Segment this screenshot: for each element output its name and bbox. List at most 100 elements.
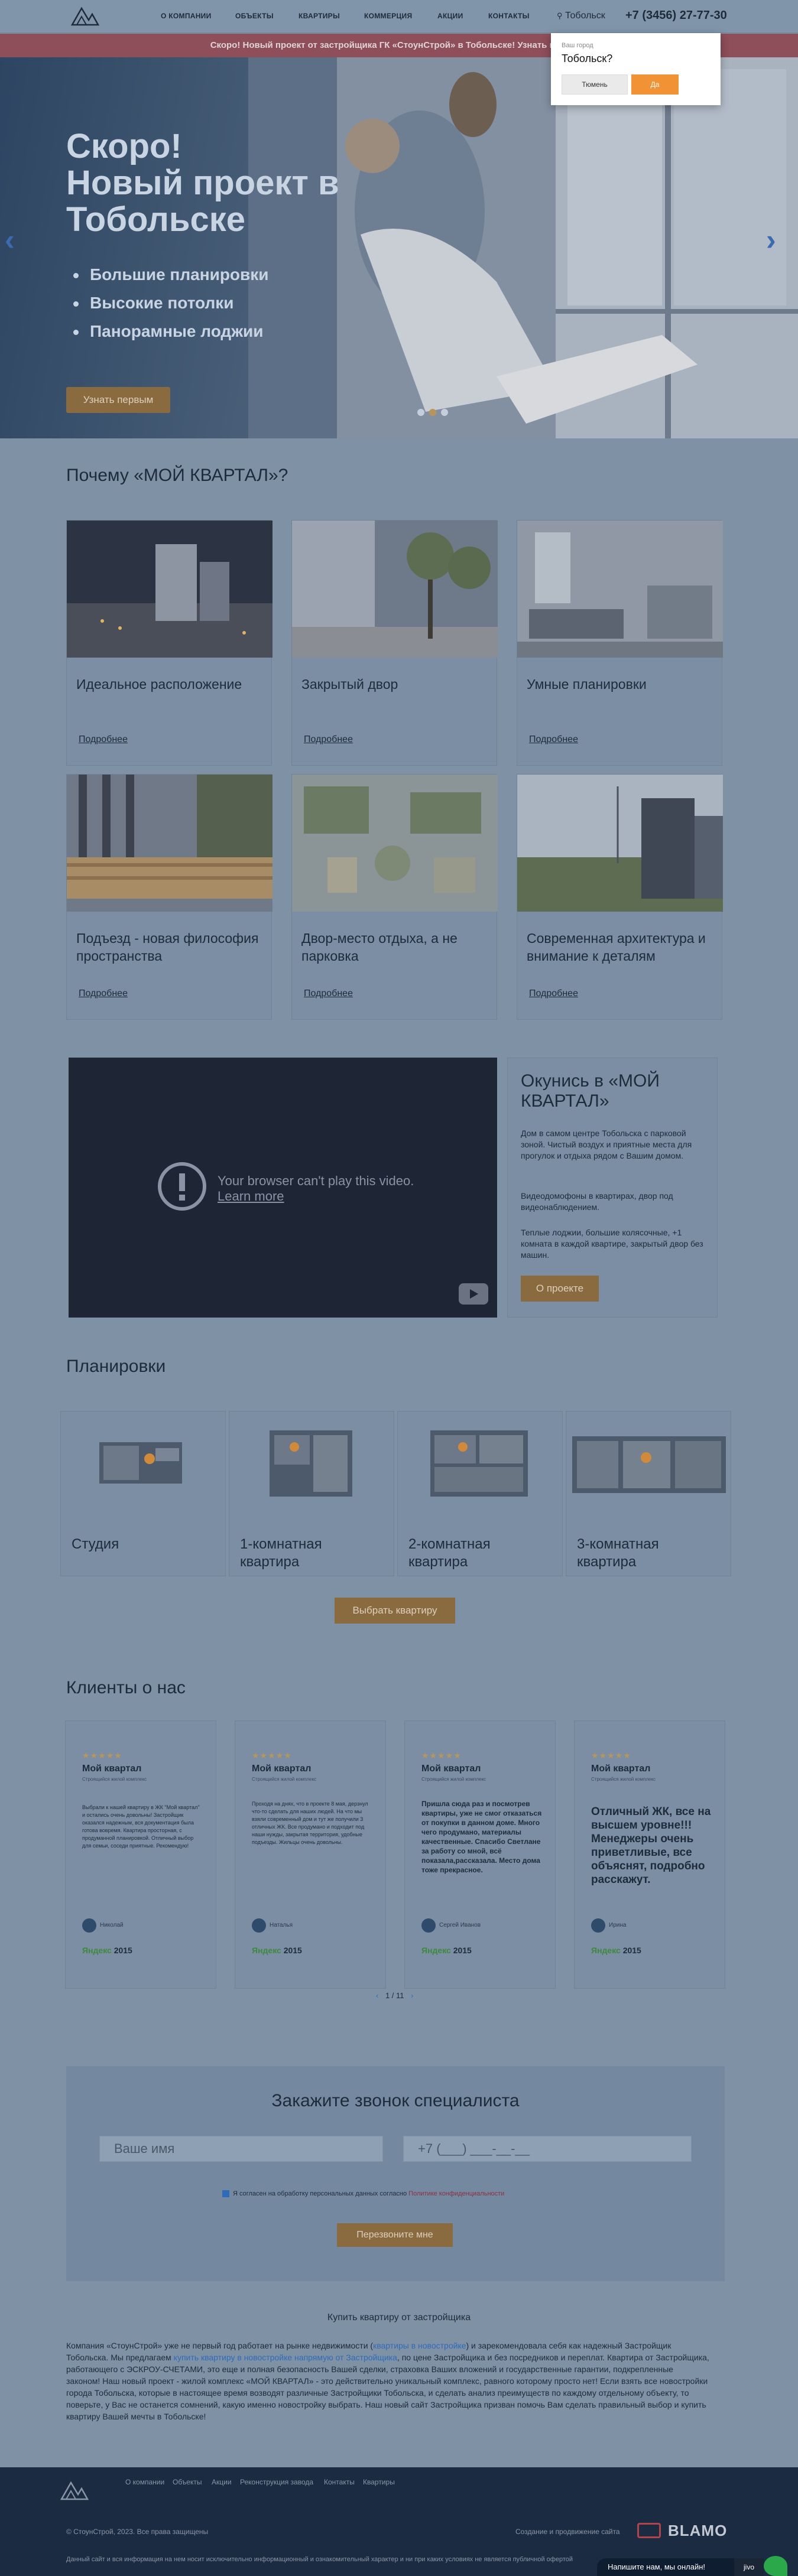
plans-title: Планировки bbox=[66, 1357, 166, 1376]
footer-logo-icon[interactable] bbox=[59, 2479, 90, 2502]
about-paragraph: Теплые лоджии, большие колясочные, +1 ко… bbox=[521, 1228, 703, 1260]
review-text: Проходя на днях, что в проекте 8 мая, де… bbox=[252, 1801, 368, 1845]
feature-title: Подъезд - новая философия пространства bbox=[76, 931, 259, 964]
plan-label: Студия bbox=[72, 1536, 119, 1552]
about-project-button[interactable]: О проекте bbox=[521, 1276, 599, 1302]
feature-card[interactable]: Умные планировки Подробнее bbox=[517, 520, 723, 766]
avatar bbox=[82, 1918, 96, 1933]
source-count: 2015 bbox=[283, 1946, 302, 1955]
review-subtitle: Строящийся жилой комплекс bbox=[421, 1777, 486, 1782]
feature-card[interactable]: Двор-место отдыха, а не парковка Подробн… bbox=[291, 774, 498, 1020]
feature-more-link[interactable]: Подробнее bbox=[529, 988, 578, 999]
review-title: Мой квартал bbox=[591, 1764, 651, 1774]
name-input[interactable]: Ваше имя bbox=[99, 2136, 383, 2162]
footer-nav-item[interactable]: Реконструкция завода bbox=[240, 2478, 313, 2486]
footer-nav-item[interactable]: Акции bbox=[212, 2478, 232, 2486]
video-learn-more-link[interactable]: Learn more bbox=[218, 1189, 284, 1204]
review-title: Мой квартал bbox=[82, 1764, 142, 1774]
nav-item-promotions[interactable]: АКЦИИ bbox=[437, 12, 463, 20]
review-author: Ирина bbox=[609, 1922, 627, 1928]
developer-brand[interactable]: BLAMO bbox=[668, 2522, 727, 2540]
blamo-logo-icon[interactable] bbox=[637, 2523, 661, 2538]
plan-card-studio[interactable]: Студия bbox=[60, 1411, 226, 1576]
review-subtitle: Строящийся жилой комплекс bbox=[82, 1777, 147, 1782]
plan-card-2room[interactable]: 2-комнатная квартира bbox=[397, 1411, 563, 1576]
choose-apartment-button[interactable]: Выбрать квартиру bbox=[335, 1598, 455, 1624]
copyright: © СтоунСтрой, 2023. Все права защищены bbox=[66, 2528, 209, 2536]
slider-dot[interactable] bbox=[441, 409, 448, 416]
callback-submit-button[interactable]: Перезвоните мне bbox=[337, 2223, 453, 2247]
feature-card[interactable]: Идеальное расположение Подробнее bbox=[66, 520, 273, 766]
logo-icon[interactable] bbox=[70, 5, 100, 27]
nav-item-company[interactable]: О КОМПАНИИ bbox=[161, 12, 212, 20]
slider-dot[interactable] bbox=[417, 409, 424, 416]
feature-more-link[interactable]: Подробнее bbox=[304, 734, 353, 745]
chevron-left-icon[interactable]: ‹ bbox=[5, 223, 15, 257]
nav-item-contacts[interactable]: КОНТАКТЫ bbox=[488, 12, 530, 20]
review-card: ★★★★★ Мой квартал Строящийся жилой компл… bbox=[404, 1720, 556, 1989]
callback-title: Закажите звонок специалиста bbox=[271, 2091, 520, 2110]
hero-bullet-text: Панорамные лоджии bbox=[90, 322, 264, 340]
avatar bbox=[591, 1918, 605, 1933]
review-source: Яндекс 2015 bbox=[252, 1946, 302, 1955]
feature-more-link[interactable]: Подробнее bbox=[79, 988, 128, 999]
hero-cta-button[interactable]: Узнать первым bbox=[66, 387, 170, 413]
seo-link[interactable]: купить квартиру в новостройке напрямую о… bbox=[174, 2353, 397, 2362]
seo-title: Купить квартиру от застройщика bbox=[327, 2312, 471, 2323]
footer-nav-item[interactable]: Квартиры bbox=[363, 2478, 395, 2486]
plan-label: 3-комнатная квартира bbox=[577, 1536, 659, 1570]
source-count: 2015 bbox=[453, 1946, 472, 1955]
about-paragraph: Дом в самом центре Тобольска с парковой … bbox=[521, 1128, 692, 1160]
video-player[interactable]: Your browser can't play this video. Lear… bbox=[69, 1058, 497, 1318]
consent-checkbox[interactable]: Я согласен на обработку персональных дан… bbox=[222, 2190, 504, 2198]
floorplan-image bbox=[572, 1436, 726, 1493]
privacy-policy-link[interactable]: Политике конфиденциальности bbox=[408, 2190, 504, 2197]
hero-slider: Скоро! Новый проект в Тобольске Большие … bbox=[0, 57, 798, 438]
review-title: Мой квартал bbox=[421, 1764, 481, 1774]
feature-title: Двор-место отдыха, а не парковка bbox=[301, 931, 458, 964]
rating-stars: ★★★★★ bbox=[421, 1751, 462, 1760]
seo-link[interactable]: квартиры в новостройке bbox=[373, 2341, 466, 2350]
phone-input[interactable]: +7 (___) ___-__-__ bbox=[403, 2136, 692, 2162]
review-source: Яндекс 2015 bbox=[591, 1946, 641, 1955]
feature-photo-yard bbox=[292, 521, 498, 658]
nav-item-objects[interactable]: ОБЪЕКТЫ bbox=[235, 12, 274, 20]
hero-bullet: Высокие потолки bbox=[73, 294, 233, 313]
youtube-icon[interactable] bbox=[459, 1283, 488, 1305]
review-text: Выбрали к нашей квартиру в ЖК "Мой кварт… bbox=[82, 1804, 200, 1849]
plan-card-3room[interactable]: 3-комнатная квартира bbox=[566, 1411, 731, 1576]
review-source: Яндекс 2015 bbox=[82, 1946, 132, 1955]
footer-nav-item[interactable]: Контакты bbox=[324, 2478, 355, 2486]
city-selector[interactable]: ⚲ Тобольск bbox=[557, 11, 605, 21]
chat-brand[interactable]: jivo bbox=[734, 2558, 764, 2576]
checkbox-checked-icon[interactable] bbox=[222, 2190, 229, 2198]
source-count: 2015 bbox=[622, 1946, 641, 1955]
city-yes-button[interactable]: Да bbox=[631, 74, 679, 95]
feature-card[interactable]: Закрытый двор Подробнее bbox=[291, 520, 498, 766]
nav-item-apartments[interactable]: КВАРТИРЫ bbox=[299, 12, 340, 20]
footer-nav-item[interactable]: О компании bbox=[125, 2478, 164, 2486]
rating-stars: ★★★★★ bbox=[82, 1751, 122, 1760]
nav-item-commerce[interactable]: КОММЕРЦИЯ bbox=[364, 12, 412, 20]
chat-bubble-icon[interactable] bbox=[764, 2556, 787, 2576]
review-card: ★★★★★ Мой квартал Строящийся жилой компл… bbox=[65, 1720, 216, 1989]
slider-dot-active[interactable] bbox=[429, 409, 436, 416]
chevron-right-icon[interactable]: › bbox=[411, 1991, 413, 2000]
pager-count: 1 / 11 bbox=[385, 1991, 404, 2000]
alert-icon bbox=[158, 1162, 206, 1211]
feature-more-link[interactable]: Подробнее bbox=[79, 734, 128, 745]
footer-nav-item[interactable]: Объекты bbox=[173, 2478, 202, 2486]
hero-title: Скоро! Новый проект в Тобольске bbox=[66, 128, 421, 238]
review-subtitle: Строящийся жилой комплекс bbox=[591, 1777, 656, 1782]
phone-link[interactable]: +7 (3456) 27-77-30 bbox=[625, 9, 727, 22]
city-no-button[interactable]: Тюмень bbox=[562, 74, 628, 95]
feature-more-link[interactable]: Подробнее bbox=[304, 988, 353, 999]
chevron-left-icon[interactable]: ‹ bbox=[376, 1991, 378, 2000]
plan-label: 2-комнатная квартира bbox=[408, 1536, 491, 1570]
consent-text: Я согласен на обработку персональных дан… bbox=[233, 2190, 409, 2197]
feature-card[interactable]: Современная архитектура и внимание к дет… bbox=[517, 774, 723, 1020]
feature-more-link[interactable]: Подробнее bbox=[529, 734, 578, 745]
chevron-right-icon[interactable]: › bbox=[766, 223, 776, 257]
plan-card-1room[interactable]: 1-комнатная квартира bbox=[229, 1411, 394, 1576]
feature-card[interactable]: Подъезд - новая философия пространства П… bbox=[66, 774, 273, 1020]
